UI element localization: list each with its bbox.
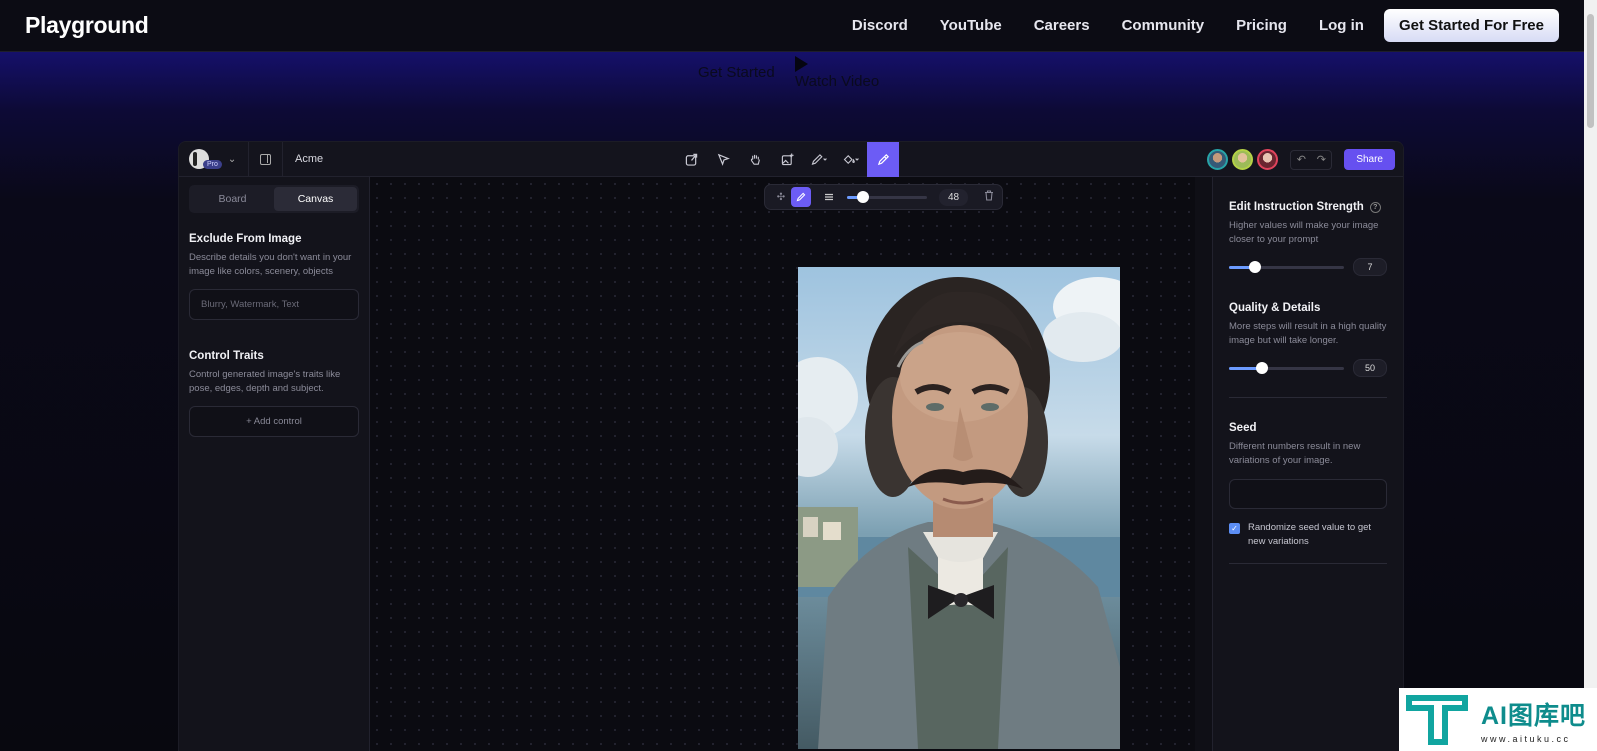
hand-icon[interactable] bbox=[739, 142, 771, 177]
brush-icon[interactable] bbox=[791, 187, 811, 207]
exclude-description: Describe details you don't want in your … bbox=[189, 252, 352, 277]
pen-icon[interactable] bbox=[803, 142, 835, 177]
history-controls: ↶ ↷ bbox=[1290, 149, 1333, 170]
nav-link-pricing[interactable]: Pricing bbox=[1236, 17, 1287, 34]
divider bbox=[1229, 563, 1387, 564]
mode-tabs: Board Canvas bbox=[189, 185, 359, 213]
add-control-button[interactable]: + Add control bbox=[189, 406, 359, 437]
workspace-switcher[interactable]: Pro ⌄ bbox=[179, 142, 249, 176]
chevron-down-icon[interactable]: ⌄ bbox=[228, 154, 236, 165]
collab-controls: ↶ ↷ Share bbox=[1203, 142, 1395, 177]
slider-knob[interactable] bbox=[1249, 260, 1262, 273]
get-started-free-button[interactable]: Get Started For Free bbox=[1383, 9, 1559, 42]
fill-icon[interactable] bbox=[835, 142, 867, 177]
quality-description: More steps will result in a high quality… bbox=[1229, 321, 1387, 346]
watermark-text: AI图库吧 bbox=[1481, 701, 1587, 730]
nav-link-community[interactable]: Community bbox=[1122, 17, 1205, 34]
quality-value[interactable]: 50 bbox=[1353, 359, 1387, 377]
quality-slider-row: 50 bbox=[1229, 359, 1387, 377]
brush-size-slider[interactable] bbox=[847, 190, 927, 203]
strength-slider[interactable] bbox=[1229, 260, 1344, 273]
pro-badge: Pro bbox=[203, 159, 222, 169]
hero-get-started-link[interactable]: Get Started bbox=[698, 64, 775, 81]
slider-knob[interactable] bbox=[1256, 361, 1269, 374]
toggle-sidebar-icon[interactable] bbox=[249, 142, 283, 176]
avatar[interactable] bbox=[1207, 149, 1229, 170]
nav-links: Discord YouTube Careers Community Pricin… bbox=[820, 9, 1559, 42]
nav-link-youtube[interactable]: YouTube bbox=[940, 17, 1002, 34]
left-sidebar: Board Canvas Exclude From Image Describe… bbox=[179, 177, 370, 751]
app-window: Pro ⌄ Acme ↶ ↷ Share Board Canvas Exclud… bbox=[178, 141, 1404, 751]
brush-icon[interactable] bbox=[867, 142, 899, 177]
exclude-title: Exclude From Image bbox=[189, 233, 302, 245]
portrait-image[interactable] bbox=[798, 267, 1120, 749]
nav-link-discord[interactable]: Discord bbox=[852, 17, 908, 34]
page-scrollbar[interactable] bbox=[1584, 0, 1597, 751]
nav-link-login[interactable]: Log in bbox=[1319, 17, 1364, 34]
quality-title: Quality & Details bbox=[1229, 302, 1321, 314]
seed-title: Seed bbox=[1229, 422, 1257, 434]
play-icon[interactable] bbox=[795, 56, 808, 72]
share-button[interactable]: Share bbox=[1344, 149, 1395, 170]
randomize-checkbox[interactable]: ✓ bbox=[1229, 523, 1240, 534]
strength-title: Edit Instruction Strength bbox=[1229, 201, 1364, 213]
nav-link-careers[interactable]: Careers bbox=[1034, 17, 1090, 34]
export-icon[interactable] bbox=[675, 142, 707, 177]
canvas-area[interactable]: ✣ 48 bbox=[370, 177, 1195, 751]
strength-slider-row: 7 bbox=[1229, 258, 1387, 276]
slider-knob[interactable] bbox=[857, 190, 869, 203]
magic-select-icon[interactable]: ✣ bbox=[771, 187, 791, 207]
divider bbox=[1229, 397, 1387, 398]
scrollbar-thumb[interactable] bbox=[1587, 14, 1594, 128]
add-image-icon[interactable] bbox=[771, 142, 803, 177]
redo-icon[interactable]: ↷ bbox=[1311, 151, 1331, 169]
canvas-tools bbox=[675, 142, 899, 177]
control-traits-description: Control generated image's traits like po… bbox=[189, 369, 341, 394]
undo-icon[interactable]: ↶ bbox=[1291, 151, 1311, 169]
randomize-label[interactable]: Randomize seed value to get new variatio… bbox=[1248, 521, 1387, 549]
right-sidebar: Edit Instruction Strength ? Higher value… bbox=[1212, 177, 1403, 751]
watermark-url: www.aituku.cc bbox=[1481, 733, 1571, 744]
trash-icon[interactable] bbox=[984, 190, 994, 204]
strength-title-row: Edit Instruction Strength ? bbox=[1229, 201, 1387, 213]
control-traits-title: Control Traits bbox=[189, 350, 264, 362]
watermark: AI图库吧 www.aituku.cc bbox=[1399, 688, 1597, 751]
randomize-row: ✓ Randomize seed value to get new variat… bbox=[1229, 521, 1387, 549]
hero-watch-video-link[interactable]: Watch Video bbox=[795, 73, 879, 90]
brush-size-value[interactable]: 48 bbox=[939, 188, 969, 206]
tab-board[interactable]: Board bbox=[191, 187, 274, 211]
brush-toolbar: ✣ 48 bbox=[764, 184, 1003, 210]
avatar[interactable] bbox=[1257, 149, 1279, 170]
top-nav: Playground Discord YouTube Careers Commu… bbox=[0, 0, 1584, 52]
tab-canvas[interactable]: Canvas bbox=[274, 187, 357, 211]
app-toolbar: Pro ⌄ Acme ↶ ↷ Share bbox=[179, 142, 1403, 177]
strength-value[interactable]: 7 bbox=[1353, 258, 1387, 276]
watermark-logo-icon bbox=[1406, 694, 1468, 745]
seed-description: Different numbers result in new variatio… bbox=[1229, 441, 1361, 466]
quality-slider[interactable] bbox=[1229, 361, 1344, 374]
brush-size-icon bbox=[819, 187, 839, 207]
brand-logo[interactable]: Playground bbox=[25, 12, 149, 39]
seed-input[interactable] bbox=[1229, 479, 1387, 509]
pointer-icon[interactable] bbox=[707, 142, 739, 177]
negative-prompt-input[interactable]: Blurry, Watermark, Text bbox=[189, 289, 359, 320]
avatar[interactable] bbox=[1232, 149, 1254, 170]
strength-description: Higher values will make your image close… bbox=[1229, 220, 1379, 245]
project-name[interactable]: Acme bbox=[295, 153, 323, 165]
help-icon[interactable]: ? bbox=[1369, 201, 1381, 213]
